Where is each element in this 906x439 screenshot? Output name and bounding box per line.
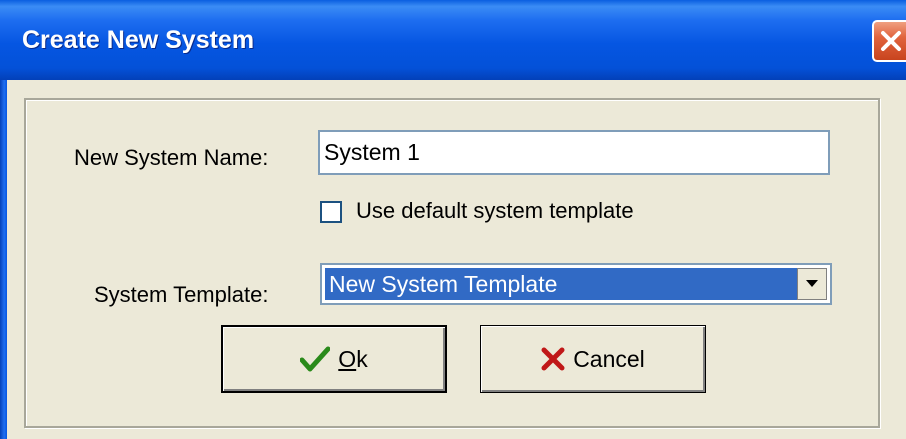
close-icon — [881, 31, 901, 51]
ok-button[interactable]: Ok — [221, 325, 447, 393]
chevron-down-icon — [806, 280, 818, 287]
window-frame-left — [0, 80, 7, 439]
dialog-window: Create New System New System Name: Syste… — [0, 0, 906, 439]
dropdown-button[interactable] — [797, 268, 827, 300]
cancel-button-label: Cancel — [573, 345, 645, 372]
use-default-template-label[interactable]: Use default system template — [356, 198, 634, 224]
checkmark-icon — [300, 346, 331, 372]
use-default-template-checkbox[interactable] — [320, 201, 342, 223]
new-system-name-label: New System Name: — [74, 145, 269, 170]
system-template-select[interactable]: New System Template — [320, 263, 832, 305]
ok-button-label: Ok — [338, 345, 368, 372]
cancel-button[interactable]: Cancel — [480, 325, 706, 393]
close-button[interactable] — [872, 20, 906, 62]
system-template-label: System Template: — [94, 282, 269, 307]
system-template-selected-value: New System Template — [325, 268, 800, 300]
x-icon — [541, 347, 565, 371]
window-title: Create New System — [22, 26, 255, 54]
system-name-input[interactable]: System 1 — [318, 130, 830, 175]
title-bar[interactable]: Create New System — [0, 0, 906, 80]
